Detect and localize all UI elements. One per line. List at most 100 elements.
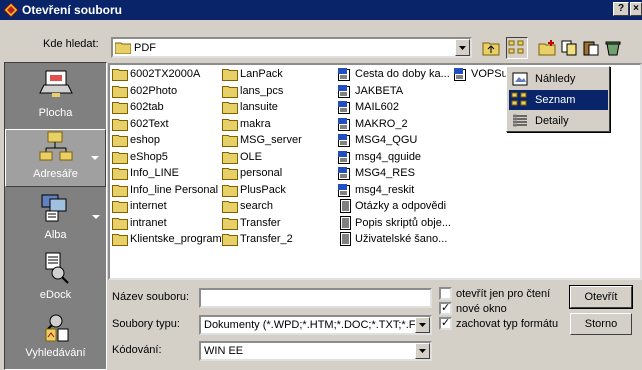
chevron-down-icon[interactable] — [415, 317, 430, 333]
folder-item[interactable]: Transfer — [222, 215, 281, 231]
item-label: Cesta do doby ka... — [355, 68, 450, 80]
keep-format-checkbox[interactable]: ✓ — [439, 317, 452, 330]
chevron-down-icon[interactable] — [455, 39, 470, 56]
menu-item-details[interactable]: Detaily — [509, 111, 608, 131]
folder-item[interactable]: makra — [222, 116, 271, 132]
up-folder-icon[interactable] — [480, 37, 502, 59]
file-item[interactable]: MSG4_RES — [337, 165, 415, 181]
document-icon — [338, 183, 350, 197]
document-icon — [454, 68, 466, 81]
filetype-select[interactable]: Dokumenty (*.WPD;*.HTM;*.DOC;*.TXT;*.F — [199, 315, 432, 335]
item-label: 602Text — [130, 117, 169, 130]
menu-item-label: Detaily — [535, 115, 569, 127]
cancel-button[interactable]: Storno — [570, 313, 632, 335]
place-folders[interactable]: Adresáře — [5, 129, 106, 187]
filename-label: Název souboru: — [112, 291, 190, 303]
file-item[interactable]: Uživatelské šano... — [337, 231, 447, 247]
folder-item[interactable]: PlusPack — [222, 182, 286, 198]
folder-item[interactable]: eshop — [112, 132, 160, 148]
folder-icon — [222, 184, 238, 197]
place-search[interactable]: Vyhledávání — [5, 313, 106, 369]
readonly-label: otevřít jen pro čtení — [456, 288, 551, 300]
document-icon — [338, 101, 350, 114]
folder-item[interactable]: LanPack — [222, 66, 283, 82]
menu-item-thumbnails[interactable]: Náhledy — [509, 69, 608, 89]
filetype-label: Soubory typu: — [112, 318, 180, 330]
file-item[interactable]: msg4_qguide — [337, 149, 421, 165]
desktop-icon — [38, 70, 73, 97]
item-label: OLE — [240, 150, 263, 163]
new-folder-icon[interactable] — [536, 37, 558, 59]
folder-item[interactable]: 6002TX2000A — [112, 66, 200, 82]
document-icon — [340, 232, 351, 246]
folder-item[interactable]: 602Text — [112, 116, 169, 132]
item-label: MSG4_RES — [355, 167, 415, 179]
folder-item[interactable]: Transfer_2 — [222, 231, 293, 247]
folder-item[interactable]: Klientske_programy — [112, 231, 227, 247]
file-item[interactable]: Popis skriptů obje... — [337, 215, 451, 231]
file-item[interactable]: MAIL602 — [337, 99, 399, 115]
item-label: VOPSu — [471, 68, 508, 80]
folder-item[interactable]: search — [222, 198, 273, 214]
details-view-icon — [509, 112, 531, 130]
new-window-checkbox[interactable]: ✓ — [439, 302, 452, 315]
folder-icon — [222, 69, 238, 81]
copy-icon[interactable] — [558, 37, 580, 59]
chevron-down-icon[interactable] — [92, 215, 100, 219]
folder-item[interactable]: MSG_server — [222, 132, 302, 148]
menu-item-list[interactable]: Seznam — [509, 90, 608, 110]
search-icon — [45, 314, 68, 342]
encoding-value: WIN EE — [204, 345, 244, 357]
item-label: Info_line Personal — [130, 183, 219, 196]
chevron-down-icon[interactable] — [91, 156, 99, 160]
item-label: Transfer — [240, 216, 281, 229]
place-label: Plocha — [38, 107, 73, 119]
file-item[interactable]: Otázky a odpovědi — [337, 198, 446, 214]
item-label: personal — [240, 167, 283, 179]
folder-item[interactable]: eShop5 — [112, 149, 168, 165]
folder-item[interactable]: Info_line Personal — [112, 182, 218, 198]
file-item[interactable]: MAKRO_2 — [337, 116, 408, 132]
file-item[interactable]: VOPSu — [453, 66, 508, 82]
folder-icon — [222, 151, 238, 164]
delete-icon[interactable] — [602, 37, 624, 59]
title-bar: Otevření souboru ? × — [0, 0, 642, 20]
close-button[interactable]: × — [630, 2, 642, 16]
folder-item[interactable]: OLE — [222, 149, 262, 165]
folder-item[interactable]: lansuite — [222, 99, 278, 115]
folder-icon — [112, 118, 128, 131]
folder-icon — [222, 102, 238, 114]
item-label: Otázky a odpovědi — [355, 200, 447, 212]
folder-item[interactable]: intranet — [112, 215, 167, 231]
folder-item[interactable]: personal — [222, 165, 282, 181]
document-icon — [340, 215, 351, 230]
document-icon — [338, 117, 350, 131]
folder-item[interactable]: 602Photo — [112, 83, 177, 99]
file-item[interactable]: msg4_reskit — [337, 182, 414, 198]
place-desktop[interactable]: Plocha — [5, 67, 106, 127]
file-item[interactable]: Cesta do doby ka... — [337, 66, 450, 82]
place-albums[interactable]: Alba — [5, 191, 106, 249]
view-menu-icon[interactable] — [506, 37, 528, 59]
folder-icon — [112, 151, 128, 164]
window-title: Otevření souboru — [22, 3, 123, 17]
item-label: MAKRO_2 — [355, 117, 408, 130]
folder-icon — [112, 85, 128, 98]
file-item[interactable]: JAKBETA — [337, 83, 403, 99]
item-label: 6002TX2000A — [130, 68, 201, 80]
paste-icon[interactable] — [580, 37, 602, 59]
folder-item[interactable]: internet — [112, 198, 167, 214]
encoding-select[interactable]: WIN EE — [199, 341, 432, 361]
file-item[interactable]: MSG4_QGU — [337, 132, 417, 148]
folder-item[interactable]: 602tab — [112, 99, 164, 115]
lookin-combo[interactable]: PDF — [111, 37, 472, 58]
open-button[interactable]: Otevřít — [569, 285, 633, 309]
readonly-checkbox[interactable] — [439, 287, 452, 300]
folder-item[interactable]: Info_LINE — [112, 165, 179, 181]
filename-input[interactable] — [199, 288, 432, 308]
chevron-down-icon[interactable] — [415, 343, 430, 359]
help-button[interactable]: ? — [613, 2, 629, 16]
place-edock[interactable]: eDock — [5, 251, 106, 309]
folder-icon — [222, 201, 238, 213]
folder-item[interactable]: lans_pcs — [222, 83, 283, 99]
